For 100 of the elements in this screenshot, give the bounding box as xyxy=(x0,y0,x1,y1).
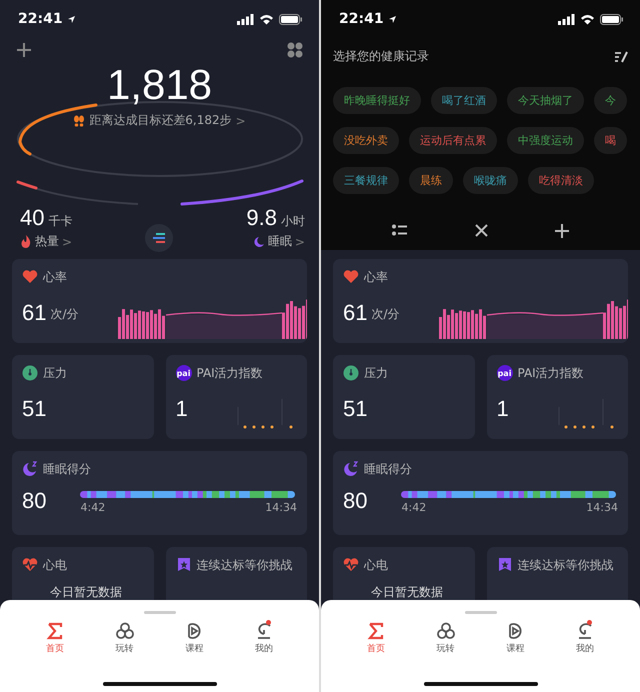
heartbeat-icon xyxy=(343,557,359,573)
tag-chip[interactable]: 吃得清淡 xyxy=(528,167,594,194)
card-value: 1 xyxy=(496,396,509,422)
stat-unit: 小时 xyxy=(280,213,305,230)
card-title: 压力 xyxy=(364,364,388,382)
step-count: 1,818 xyxy=(106,62,214,108)
tag-chip[interactable]: 喝了红酒 xyxy=(431,87,497,114)
card-title: 压力 xyxy=(43,364,67,382)
sleep-card[interactable]: 睡眠得分 80 4:42 14:34 xyxy=(333,451,628,535)
card-unit: 次/分 xyxy=(50,306,79,323)
signal-icon xyxy=(237,14,254,24)
badge-star-icon xyxy=(176,557,192,573)
chevron-icon[interactable]: > xyxy=(62,234,72,248)
wifi-icon xyxy=(580,14,595,24)
status-time: 22:41 xyxy=(339,11,384,27)
end-time: 14:34 xyxy=(265,501,297,514)
tag-chip[interactable]: 喉咙痛 xyxy=(463,167,518,194)
pai-icon: pai xyxy=(176,365,192,381)
list-icon[interactable] xyxy=(392,224,408,236)
edit-list-icon[interactable] xyxy=(614,50,628,62)
heart-rate-card[interactable]: 心率 61 次/分 xyxy=(333,259,628,343)
moon-icon xyxy=(22,461,38,477)
heart-rate-card[interactable]: 心率 61 次/分 xyxy=(12,259,307,343)
pai-card[interactable]: pai PAI活力指数 1 xyxy=(166,355,307,439)
card-title: 心率 xyxy=(364,268,388,286)
empty-note: 今日暂无数据 xyxy=(371,584,444,601)
chevron-icon[interactable]: > xyxy=(236,114,246,128)
pai-history-chart xyxy=(558,399,616,429)
gauge-icon xyxy=(343,365,359,381)
stress-card[interactable]: 压力 51 xyxy=(333,355,474,439)
moon-icon xyxy=(343,461,359,477)
card-title: 连续达标等你挑战 xyxy=(518,556,614,574)
close-icon[interactable] xyxy=(474,224,488,237)
tag-chip[interactable]: 今 xyxy=(594,87,627,114)
menu-button[interactable] xyxy=(145,224,174,252)
tag-chip[interactable]: 晨练 xyxy=(409,167,453,194)
tag-chip[interactable]: 今天抽烟了 xyxy=(507,87,584,114)
chevron-icon[interactable]: > xyxy=(294,234,305,248)
sigma-icon xyxy=(366,622,385,640)
notification-dot xyxy=(587,620,592,625)
drag-handle[interactable] xyxy=(464,611,496,614)
end-time: 14:34 xyxy=(586,501,618,514)
empty-note: 今日暂无数据 xyxy=(50,584,123,601)
rings-icon xyxy=(436,622,455,640)
add-icon[interactable] xyxy=(554,224,569,238)
play-icon xyxy=(185,622,204,640)
pai-history-chart xyxy=(237,399,295,429)
tag-chip[interactable]: 没吃外卖 xyxy=(333,127,399,154)
location-icon xyxy=(66,14,76,24)
stat-label[interactable]: 热量 xyxy=(35,233,59,250)
play-icon xyxy=(506,622,524,640)
start-time: 4:42 xyxy=(401,501,426,514)
status-time: 22:41 xyxy=(18,11,63,27)
card-title: 睡眠得分 xyxy=(43,460,91,478)
pai-icon: pai xyxy=(496,365,512,381)
card-value: 61 xyxy=(22,300,46,326)
goal-text: 距离达成目标还差6,182步 xyxy=(89,112,232,129)
card-title: PAI活力指数 xyxy=(518,364,584,382)
card-value: 80 xyxy=(22,488,46,514)
card-value: 61 xyxy=(343,300,368,326)
card-value: 51 xyxy=(343,396,368,422)
rings-icon xyxy=(116,622,134,640)
drag-handle[interactable] xyxy=(144,611,176,614)
sigma-icon xyxy=(46,622,64,640)
card-title: 心率 xyxy=(43,268,67,286)
card-value: 80 xyxy=(343,488,368,514)
stat-label[interactable]: 睡眠 xyxy=(268,233,292,250)
tag-chip[interactable]: 昨晚睡得挺好 xyxy=(333,87,421,114)
grid-icon[interactable] xyxy=(287,42,303,58)
flame-icon xyxy=(20,235,32,248)
sleep-card[interactable]: 睡眠得分 80 4:42 14:34 xyxy=(12,451,307,535)
start-time: 4:42 xyxy=(80,501,106,514)
profile-icon xyxy=(255,622,274,640)
battery-icon xyxy=(600,14,624,24)
stat-value: 9.8 xyxy=(246,205,277,231)
stress-card[interactable]: 压力 51 xyxy=(12,355,154,439)
list-icon xyxy=(152,232,166,244)
heart-icon xyxy=(343,269,359,285)
card-title: 心电 xyxy=(43,556,67,574)
battery-icon xyxy=(279,14,303,24)
notification-dot xyxy=(266,620,272,625)
location-icon xyxy=(388,14,397,24)
stat-value: 40 xyxy=(20,205,44,231)
pai-card[interactable]: pai PAI活力指数 1 xyxy=(486,355,628,439)
badge-star-icon xyxy=(496,557,512,573)
add-icon[interactable] xyxy=(16,42,32,58)
heartbeat-icon xyxy=(22,557,38,573)
card-title: 睡眠得分 xyxy=(364,460,412,478)
profile-icon xyxy=(576,622,594,640)
card-value: 1 xyxy=(176,396,188,422)
card-title: 连续达标等你挑战 xyxy=(196,556,292,574)
tag-chip[interactable]: 运动后有点累 xyxy=(409,127,497,154)
gauge-icon xyxy=(22,365,38,381)
card-title: PAI活力指数 xyxy=(196,364,263,382)
wifi-icon xyxy=(259,14,274,24)
panel-title: 选择您的健康记录 xyxy=(333,48,429,65)
tag-chip[interactable]: 喝 xyxy=(594,127,627,154)
tag-chip[interactable]: 三餐规律 xyxy=(333,167,399,194)
tag-chip[interactable]: 中强度运动 xyxy=(507,127,584,154)
heart-icon xyxy=(22,269,38,285)
